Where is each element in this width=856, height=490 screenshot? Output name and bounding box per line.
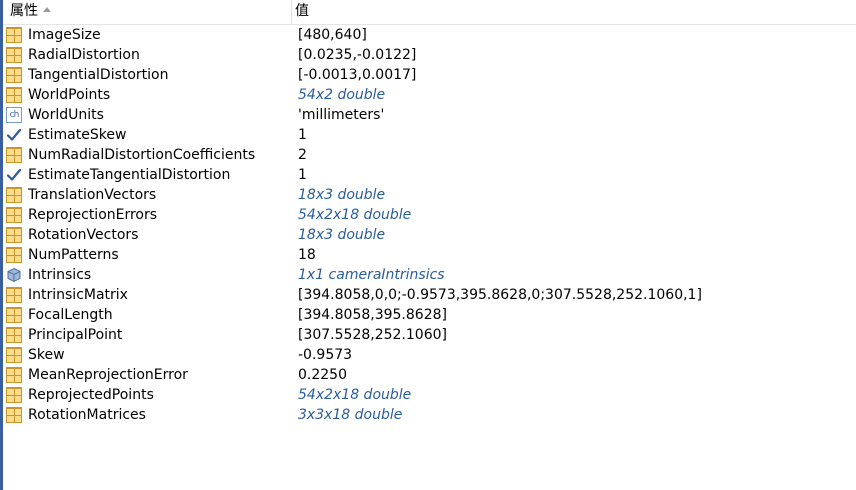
column-separator[interactable] [291, 0, 292, 24]
property-value[interactable]: 54x2x18 double [298, 205, 411, 225]
table-icon [6, 367, 22, 383]
property-value[interactable]: 54x2x18 double [298, 385, 411, 405]
property-row-skew[interactable]: Skew -0.9573 [3, 345, 856, 365]
property-value: 18 [298, 247, 316, 263]
property-value[interactable]: 3x3x18 double [298, 405, 402, 425]
property-row-intrinsicmatrix[interactable]: IntrinsicMatrix [394.8058,0,0;-0.9573,395… [3, 285, 856, 305]
property-name: IntrinsicMatrix [28, 287, 128, 303]
property-name: NumRadialDistortionCoefficients [28, 147, 256, 163]
property-list: ImageSize [480,640] RadialDistortion [0.023… [3, 25, 856, 425]
table-icon [6, 87, 22, 103]
property-name: ImageSize [28, 27, 101, 43]
property-value[interactable]: 18x3 double [298, 225, 385, 245]
property-value: 2 [298, 147, 307, 163]
sort-ascending-icon [43, 7, 51, 12]
property-name: Intrinsics [28, 267, 92, 283]
property-row-radialdistortion[interactable]: RadialDistortion [0.0235,-0.0122] [3, 45, 856, 65]
property-value: 1 [298, 167, 307, 183]
property-name: Skew [28, 347, 65, 363]
property-name: RadialDistortion [28, 47, 140, 63]
property-row-numpatterns[interactable]: NumPatterns 18 [3, 245, 856, 265]
table-icon [6, 387, 22, 403]
property-value: 0.2250 [298, 367, 347, 383]
table-icon [6, 407, 22, 423]
checkmark-icon [6, 167, 22, 183]
property-name: TangentialDistortion [28, 67, 169, 83]
property-value: [-0.0013,0.0017] [298, 67, 417, 83]
property-value[interactable]: 1x1 cameraIntrinsics [298, 265, 445, 285]
column-header-value[interactable]: 值 [295, 0, 845, 24]
property-row-worldunits[interactable]: ch WorldUnits 'millimeters' [3, 105, 856, 125]
column-header-value-label: 值 [295, 3, 309, 19]
property-name: NumPatterns [28, 247, 119, 263]
property-value: [480,640] [298, 27, 367, 43]
table-icon [6, 27, 22, 43]
char-icon: ch [6, 107, 22, 123]
property-name: RotationMatrices [28, 407, 146, 423]
property-row-principalpoint[interactable]: PrincipalPoint [307.5528,252.1060] [3, 325, 856, 345]
property-row-tangentialdistortion[interactable]: TangentialDistortion [-0.0013,0.0017] [3, 65, 856, 85]
table-icon [6, 287, 22, 303]
property-name: EstimateTangentialDistortion [28, 167, 231, 183]
table-icon [6, 327, 22, 343]
table-icon [6, 47, 22, 63]
property-row-rotationvectors[interactable]: RotationVectors 18x3 double [3, 225, 856, 245]
property-row-numradialdistortioncoefficients[interactable]: NumRadialDistortionCoefficients 2 [3, 145, 856, 165]
property-value: [394.8058,0,0;-0.9573,395.8628,0;307.552… [298, 287, 702, 303]
property-row-reprojectedpoints[interactable]: ReprojectedPoints 54x2x18 double [3, 385, 856, 405]
property-row-worldpoints[interactable]: WorldPoints 54x2 double [3, 85, 856, 105]
property-name: MeanReprojectionError [28, 367, 188, 383]
property-value: 'millimeters' [298, 107, 385, 123]
property-row-reprojectionerrors[interactable]: ReprojectionErrors 54x2x18 double [3, 205, 856, 225]
property-name: WorldUnits [28, 107, 104, 123]
table-icon [6, 187, 22, 203]
property-value: [394.8058,395.8628] [298, 307, 447, 323]
property-value: [307.5528,252.1060] [298, 327, 447, 343]
property-value: [0.0235,-0.0122] [298, 47, 417, 63]
property-row-meanreprojectionerror[interactable]: MeanReprojectionError 0.2250 [3, 365, 856, 385]
property-name: PrincipalPoint [28, 327, 123, 343]
object-icon [6, 267, 22, 283]
property-row-estimatetangentialdistortion[interactable]: EstimateTangentialDistortion 1 [3, 165, 856, 185]
property-name: ReprojectionErrors [28, 207, 158, 223]
table-icon [6, 147, 22, 163]
property-row-imagesize[interactable]: ImageSize [480,640] [3, 25, 856, 45]
table-icon [6, 247, 22, 263]
property-row-intrinsics[interactable]: Intrinsics 1x1 cameraIntrinsics [3, 265, 856, 285]
property-name: TranslationVectors [28, 187, 157, 203]
property-name: WorldPoints [28, 87, 111, 103]
property-value: 1 [298, 127, 307, 143]
property-name: ReprojectedPoints [28, 387, 154, 403]
property-row-estimateskew[interactable]: EstimateSkew 1 [3, 125, 856, 145]
column-header-name[interactable]: 属性 [10, 0, 290, 24]
property-value[interactable]: 18x3 double [298, 185, 385, 205]
property-name: FocalLength [28, 307, 113, 323]
property-row-focallength[interactable]: FocalLength [394.8058,395.8628] [3, 305, 856, 325]
column-header: 属性 值 [3, 0, 856, 25]
table-icon [6, 207, 22, 223]
property-value[interactable]: 54x2 double [298, 85, 385, 105]
table-icon [6, 307, 22, 323]
property-name: RotationVectors [28, 227, 139, 243]
table-icon [6, 227, 22, 243]
property-value: -0.9573 [298, 347, 353, 363]
property-row-rotationmatrices[interactable]: RotationMatrices 3x3x18 double [3, 405, 856, 425]
property-name: EstimateSkew [28, 127, 127, 143]
checkmark-icon [6, 127, 22, 143]
property-row-translationvectors[interactable]: TranslationVectors 18x3 double [3, 185, 856, 205]
column-header-name-label: 属性 [10, 3, 38, 19]
table-icon [6, 347, 22, 363]
table-icon [6, 67, 22, 83]
